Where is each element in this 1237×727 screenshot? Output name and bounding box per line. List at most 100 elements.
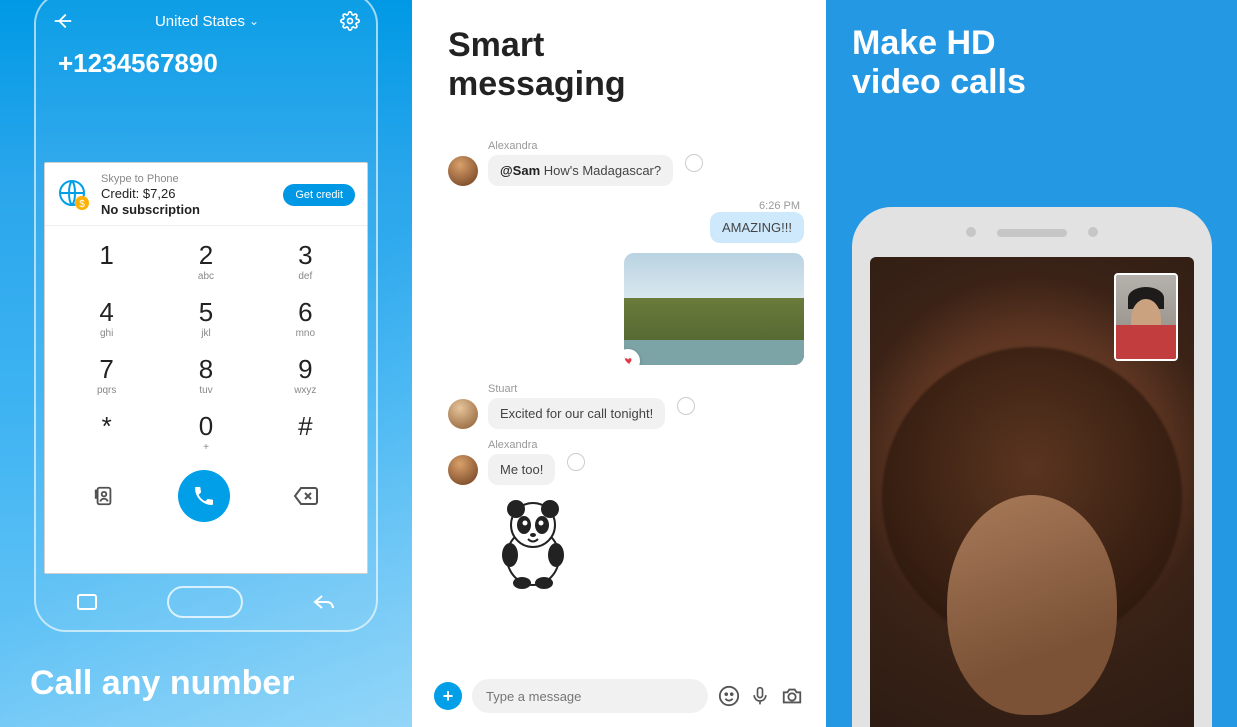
keypad-letters: pqrs [57,385,156,397]
message-input[interactable] [472,679,708,713]
credit-text-block: Skype to Phone Credit: $7,26 No subscrip… [101,173,273,217]
contacts-icon[interactable] [93,485,115,507]
dialer-card: $ Skype to Phone Credit: $7,26 No subscr… [44,162,368,574]
panel-hd-video: Make HDvideo calls [826,0,1237,727]
keypad-digit: # [256,411,355,442]
keypad-key-0[interactable]: 0+ [156,403,255,460]
call-button[interactable] [178,470,230,522]
sender-name: Stuart [488,383,665,395]
keypad: 12abc3def 4ghi5jkl6mno 7pqrs8tuv9wxyz *0+# [45,226,367,460]
panel-smart-messaging: Smartmessaging Alexandra @Sam How's Mada… [412,0,826,727]
keypad-letters: ghi [57,328,156,340]
keypad-key-2[interactable]: 2abc [156,232,255,289]
phone-sensor-dot [966,227,976,237]
keypad-key-#[interactable]: # [256,403,355,460]
keypad-key-5[interactable]: 5jkl [156,289,255,346]
keypad-digit: 9 [256,354,355,385]
timestamp: 6:26 PM [448,196,804,212]
keypad-letters [256,442,355,454]
keypad-letters: tuv [156,385,255,397]
keypad-key-4[interactable]: 4ghi [57,289,156,346]
video-self-pip[interactable] [1114,273,1178,361]
keypad-digit: 6 [256,297,355,328]
camera-icon[interactable] [780,685,804,707]
message-row: Alexandra Me too! [448,439,804,485]
message-composer: + [434,679,804,713]
chevron-down-icon: ⌄ [249,14,259,28]
recent-apps-icon[interactable] [76,593,98,611]
gear-icon[interactable] [340,11,360,31]
avatar [448,399,478,429]
phone-screen: United States ⌄ +1234567890 $ Skype to P… [44,4,368,574]
keypad-letters [57,271,156,283]
add-attachment-button[interactable]: + [434,682,462,710]
keypad-letters: jkl [156,328,255,340]
keypad-digit: 3 [256,240,355,271]
credit-amount: Credit: $7,26 [101,186,273,202]
keypad-digit: * [57,411,156,442]
video-call-canvas [870,257,1194,727]
phone-speaker [997,229,1067,237]
keypad-digit: 0 [156,411,255,442]
phone-sensor-dot [1088,227,1098,237]
keypad-letters: def [256,271,355,283]
credit-sub-line: No subscription [101,202,273,218]
message-text: How's Madagascar? [540,163,661,178]
keypad-letters: mno [256,328,355,340]
keypad-key-1[interactable]: 1 [57,232,156,289]
keypad-digit: 8 [156,354,255,385]
keypad-key-3[interactable]: 3def [256,232,355,289]
chat-thread: Alexandra @Sam How's Madagascar? 6:26 PM… [448,140,804,667]
message-text: Me too! [500,462,543,477]
keypad-digit: 1 [57,240,156,271]
keypad-digit: 4 [57,297,156,328]
keypad-letters: abc [156,271,255,283]
keypad-letters [57,442,156,454]
panel3-headline: Make HDvideo calls [826,0,1237,102]
panel2-headline: Smartmessaging [412,0,826,114]
panel1-caption: Call any number [30,664,295,703]
message-bubble-own[interactable]: AMAZING!!! [710,212,804,243]
country-label: United States [155,13,245,30]
react-icon[interactable] [677,397,695,415]
keypad-letters: wxyz [256,385,355,397]
message-row: Alexandra @Sam How's Madagascar? [448,140,804,186]
message-bubble[interactable]: Me too! [488,454,555,485]
panel-call-any-number: United States ⌄ +1234567890 $ Skype to P… [0,0,412,727]
back-softkey-icon[interactable] [312,593,336,611]
sender-name: Alexandra [488,439,555,451]
sticker-panda[interactable] [488,495,578,590]
globe-credit-icon: $ [57,178,91,212]
react-icon[interactable] [567,453,585,471]
keypad-key-6[interactable]: 6mno [256,289,355,346]
microphone-icon[interactable] [750,685,770,707]
message-bubble[interactable]: Excited for our call tonight! [488,398,665,429]
keypad-key-9[interactable]: 9wxyz [256,346,355,403]
phone-mockup: United States ⌄ +1234567890 $ Skype to P… [34,0,378,632]
avatar [448,455,478,485]
message-text: Excited for our call tonight! [500,406,653,421]
dialer-top-bar: United States ⌄ [44,4,368,38]
react-icon[interactable] [685,154,703,172]
dialed-number: +1234567890 [44,38,368,97]
keypad-key-*[interactable]: * [57,403,156,460]
country-selector[interactable]: United States ⌄ [155,13,259,30]
image-message[interactable]: ♥ [624,253,804,365]
credit-top-line: Skype to Phone [101,173,273,186]
get-credit-button[interactable]: Get credit [283,184,355,206]
message-bubble[interactable]: @Sam How's Madagascar? [488,155,673,186]
backspace-icon[interactable] [293,485,319,507]
message-block: Alexandra Me too! [488,439,555,485]
keypad-key-8[interactable]: 8tuv [156,346,255,403]
message-text: AMAZING!!! [722,220,792,235]
message-block: Stuart Excited for our call tonight! [488,383,665,429]
keypad-digit: 2 [156,240,255,271]
svg-text:$: $ [79,199,85,210]
emoji-icon[interactable] [718,685,740,707]
home-button[interactable] [167,586,243,618]
keypad-digit: 7 [57,354,156,385]
back-icon[interactable] [52,10,74,32]
video-primary-face [947,495,1117,715]
credit-row: $ Skype to Phone Credit: $7,26 No subscr… [45,163,367,226]
keypad-key-7[interactable]: 7pqrs [57,346,156,403]
